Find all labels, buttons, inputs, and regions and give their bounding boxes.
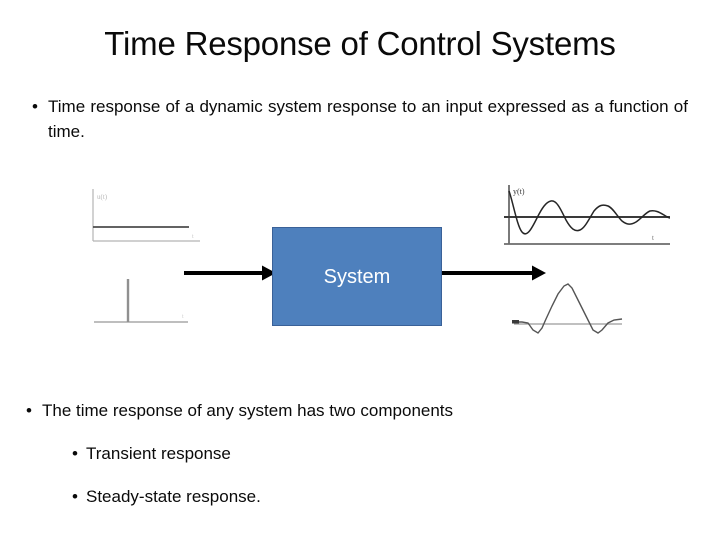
impulse-response-curve [514, 283, 623, 334]
bullet-transient: • Transient response [72, 442, 502, 466]
impulse-response-origin-marker [512, 320, 519, 324]
bullet-components: • The time response of any system has tw… [26, 398, 626, 423]
step-input-graph: u(t) t [86, 186, 202, 246]
system-block[interactable]: System [272, 227, 442, 326]
bullet-marker-icon: • [32, 97, 38, 116]
impulse-input-graph: t [92, 268, 192, 330]
step-y-label: u(t) [97, 193, 108, 201]
damped-x-label: t [652, 234, 654, 242]
bullet-intro: • Time response of a dynamic system resp… [32, 94, 688, 144]
damped-oscillation-graph: y(t) t [500, 182, 672, 250]
bullet-marker-icon: • [72, 487, 78, 506]
slide: Time Response of Control Systems • Time … [0, 0, 720, 540]
impulse-response-graph [512, 278, 624, 340]
block-diagram: u(t) t t System y(t) t [0, 160, 720, 380]
damped-response-curve [508, 190, 671, 235]
bullet-marker-icon: • [72, 444, 78, 463]
input-arrow-icon [184, 265, 276, 281]
bullet-steady-state-text: Steady-state response. [86, 487, 261, 506]
system-block-label: System [323, 265, 391, 288]
step-input-svg: u(t) t [92, 189, 200, 242]
damped-oscillation-svg: y(t) t [504, 185, 671, 245]
bullet-components-text: The time response of any system has two … [42, 401, 454, 420]
bullet-marker-icon: • [26, 401, 32, 420]
impulse-x-label: t [182, 314, 184, 320]
bullet-steady-state: • Steady-state response. [72, 485, 502, 509]
damped-y-label: y(t) [513, 187, 525, 196]
bullet-transient-text: Transient response [86, 444, 231, 463]
step-x-label: t [192, 234, 194, 240]
bullet-intro-text: Time response of a dynamic system respon… [48, 97, 688, 141]
impulse-response-svg [512, 283, 623, 334]
input-arrow [184, 264, 276, 287]
impulse-input-svg: t [94, 279, 188, 323]
page-title: Time Response of Control Systems [104, 25, 616, 62]
